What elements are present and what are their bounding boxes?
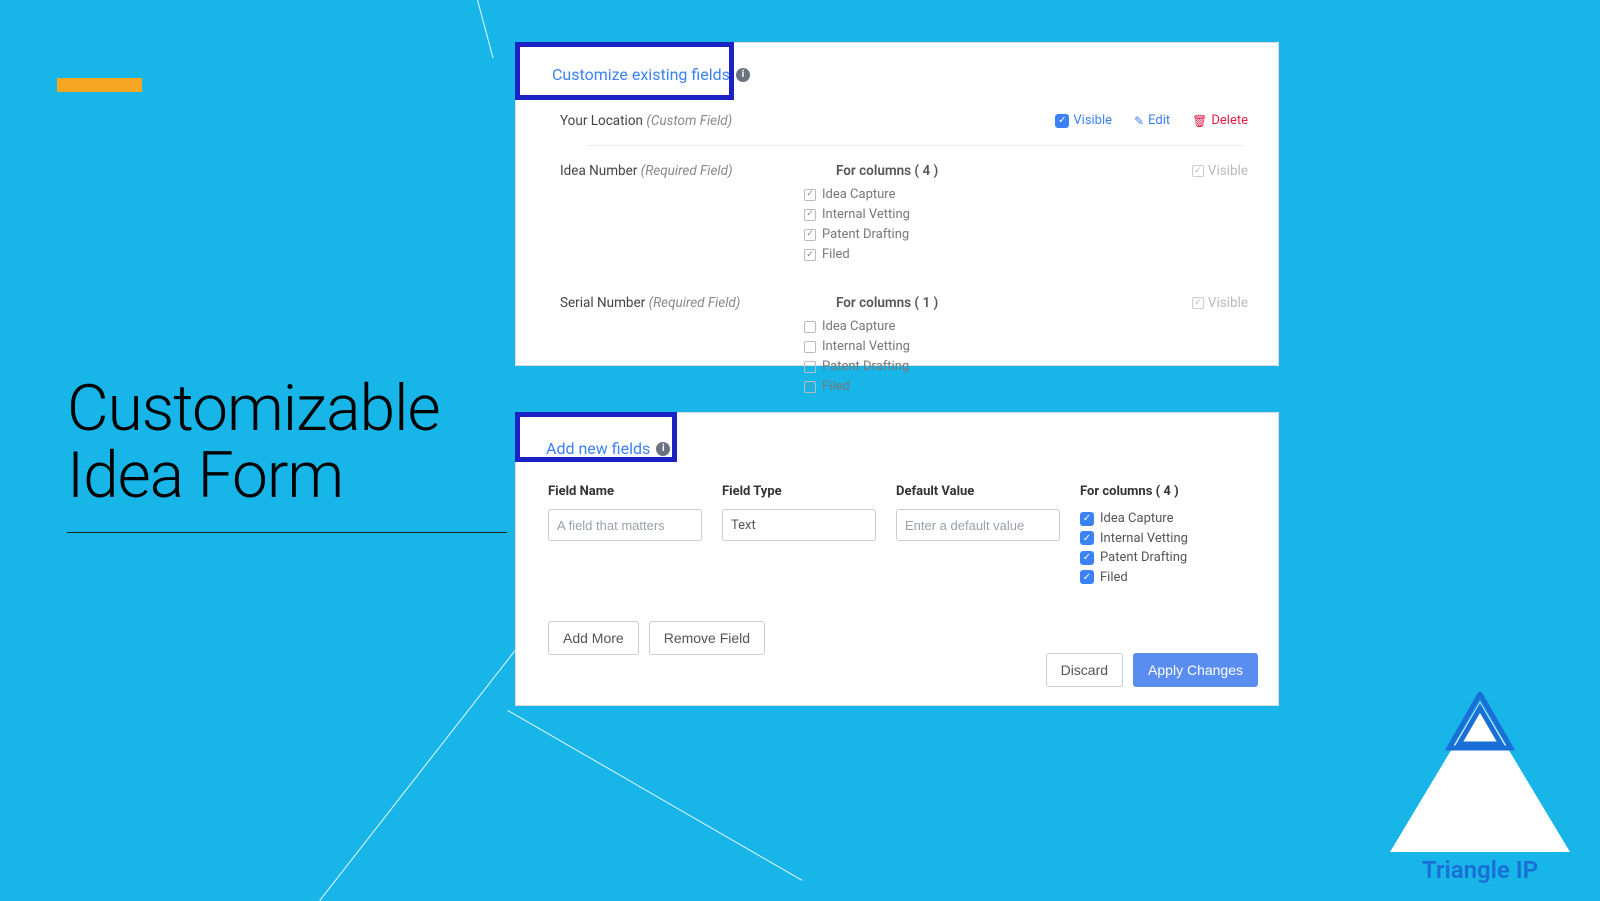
visible-toggle-disabled: Visible <box>1192 295 1248 311</box>
field-name: Idea Number <box>560 163 637 179</box>
add-new-fields-title-text: Add new fields <box>546 439 650 458</box>
field-name-header: Field Name <box>548 484 702 499</box>
checkbox-icon[interactable] <box>804 341 816 353</box>
field-name-input[interactable] <box>548 509 702 541</box>
customize-fields-panel: Customize existing fields i Your Locatio… <box>515 42 1279 366</box>
customize-fields-title: Customize existing fields i <box>552 65 750 84</box>
field-row-serial-number: Serial Number (Required Field) For colum… <box>536 280 1258 408</box>
checkbox-icon[interactable] <box>1080 551 1094 565</box>
checkbox-icon[interactable] <box>1080 570 1094 584</box>
column-label: Internal Vetting <box>1100 529 1188 549</box>
checkbox-icon[interactable] <box>804 249 816 261</box>
remove-field-button[interactable]: Remove Field <box>649 621 765 655</box>
field-type-select[interactable]: Text <box>722 509 876 541</box>
field-name: Your Location <box>560 113 643 129</box>
divider <box>586 145 1244 146</box>
new-field-form: Field Name Field Type Text Default Value… <box>548 484 1258 587</box>
columns-list: Idea Capture Internal Vetting Patent Dra… <box>796 317 1096 398</box>
checkbox-icon[interactable] <box>804 321 816 333</box>
delete-button[interactable]: 🗑 Delete <box>1192 113 1248 128</box>
add-more-button[interactable]: Add More <box>548 621 639 655</box>
field-paren: (Required Field) <box>649 295 741 311</box>
edit-button[interactable]: ✎ Edit <box>1134 113 1170 128</box>
visible-toggle-disabled: Visible <box>1192 163 1248 179</box>
column-label: Patent Drafting <box>822 225 909 245</box>
accent-bar <box>57 78 142 92</box>
add-new-fields-title: Add new fields i <box>546 439 670 458</box>
columns-checklist: Idea Capture Internal Vetting Patent Dra… <box>1080 509 1258 587</box>
logo-inner-icon <box>1445 692 1515 752</box>
column-label: Filed <box>1100 568 1128 588</box>
decorative-line <box>477 0 493 58</box>
visible-label: Visible <box>1208 295 1248 311</box>
info-icon[interactable]: i <box>656 442 670 456</box>
column-label: Idea Capture <box>822 317 896 337</box>
field-paren: (Required Field) <box>641 163 733 179</box>
for-columns-header: For columns ( 4 ) <box>1080 484 1258 499</box>
logo-text: Triangle IP <box>1390 856 1570 884</box>
decorative-line <box>508 710 803 881</box>
checkbox-icon[interactable] <box>804 189 816 201</box>
slide-headline: Customizable Idea Form <box>67 375 440 509</box>
field-type-value: Text <box>731 518 756 533</box>
field-paren: (Custom Field) <box>646 113 732 129</box>
visible-label: Visible <box>1208 163 1248 179</box>
headline-line1: Customizable <box>67 371 440 446</box>
delete-label: Delete <box>1211 113 1248 128</box>
field-name: Serial Number <box>560 295 645 311</box>
discard-button[interactable]: Discard <box>1046 653 1123 687</box>
default-value-header: Default Value <box>896 484 1060 499</box>
column-label: Internal Vetting <box>822 337 910 357</box>
column-label: Patent Drafting <box>1100 548 1187 568</box>
checkbox-icon[interactable] <box>1080 512 1094 526</box>
customize-fields-title-text: Customize existing fields <box>552 65 730 84</box>
logo: Triangle IP <box>1390 702 1570 884</box>
for-columns-header: For columns ( 1 ) <box>796 295 1096 311</box>
default-value-input[interactable] <box>896 509 1060 541</box>
field-type-header: Field Type <box>722 484 876 499</box>
checkbox-icon[interactable] <box>804 361 816 373</box>
column-label: Idea Capture <box>1100 509 1174 529</box>
column-label: Filed <box>822 245 850 265</box>
add-new-fields-panel: Add new fields i Field Name Field Type T… <box>515 412 1279 706</box>
column-label: Patent Drafting <box>822 357 909 377</box>
visible-toggle[interactable]: Visible <box>1055 113 1112 128</box>
for-columns-header: For columns ( 4 ) <box>796 163 1096 179</box>
edit-label: Edit <box>1148 113 1170 128</box>
checkbox-icon[interactable] <box>804 381 816 393</box>
apply-changes-button[interactable]: Apply Changes <box>1133 653 1258 687</box>
headline-line2: Idea Form <box>67 438 343 513</box>
info-icon[interactable]: i <box>736 68 750 82</box>
pencil-icon: ✎ <box>1134 114 1144 128</box>
visible-label: Visible <box>1073 113 1112 128</box>
checkbox-icon[interactable] <box>804 209 816 221</box>
column-label: Internal Vetting <box>822 205 910 225</box>
column-label: Idea Capture <box>822 185 896 205</box>
field-row-idea-number: Idea Number (Required Field) For columns… <box>536 148 1258 276</box>
checkbox-icon[interactable] <box>804 229 816 241</box>
field-row-your-location: Your Location (Custom Field) Visible ✎ Ed… <box>536 90 1258 139</box>
columns-list: Idea Capture Internal Vetting Patent Dra… <box>796 185 1096 266</box>
headline-underline <box>67 532 507 533</box>
checkbox-icon[interactable] <box>1080 531 1094 545</box>
trash-icon: 🗑 <box>1192 114 1207 128</box>
column-label: Filed <box>822 377 850 397</box>
